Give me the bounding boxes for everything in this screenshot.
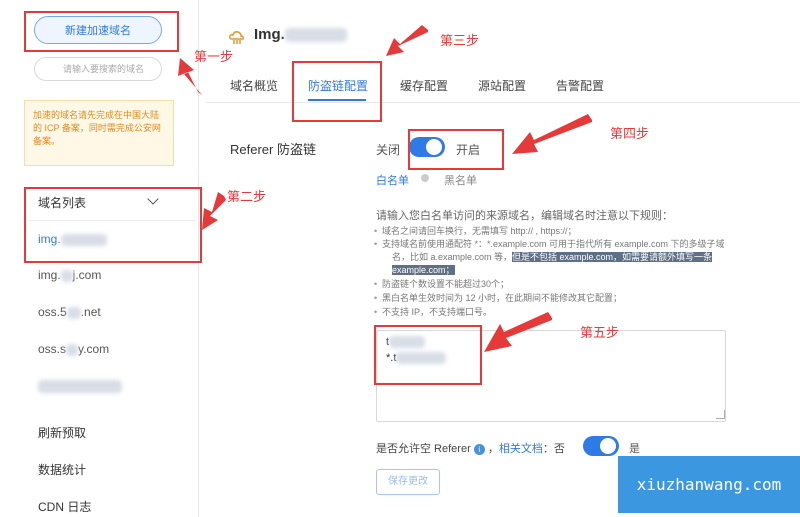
whitelist-option[interactable]: 白名单 xyxy=(376,172,409,188)
sidebar-domain-item[interactable]: oss.s y.com xyxy=(38,342,109,356)
rule-item: 黑白名单生效时间为 12 小时，在此期间不能修改其它配置； xyxy=(374,292,622,305)
menu-refresh-prefetch[interactable]: 刷新预取 xyxy=(38,424,86,441)
annotation-box-step1 xyxy=(24,11,179,52)
off-label: 关闭 xyxy=(376,143,401,157)
menu-statistics[interactable]: 数据统计 xyxy=(38,461,86,478)
arrow-step3 xyxy=(386,25,428,56)
rule-continuation: example.com； xyxy=(392,264,455,277)
rules-title: 请输入您白名单访问的来源域名，编辑域名时注意以下规则： xyxy=(376,210,673,222)
annotation-step4: 第四步 xyxy=(610,126,650,141)
blurred-text xyxy=(60,269,73,282)
blurred-text xyxy=(38,380,122,394)
annotation-step3: 第三步 xyxy=(440,33,480,48)
rule-item: 不支持 IP，不支持端口号。 xyxy=(374,306,492,319)
blacklist-option[interactable]: 黑名单 xyxy=(444,172,477,188)
toggle-knob xyxy=(600,438,616,454)
blurred-text xyxy=(284,28,347,43)
sidebar-domain-item[interactable]: img. j.com xyxy=(38,268,101,282)
annotation-box-step5 xyxy=(374,325,482,385)
annotation-box-step2 xyxy=(24,187,202,263)
domain-suffix: .net xyxy=(80,305,101,319)
blurred-text xyxy=(66,306,81,319)
tab-origin-config[interactable]: 源站配置 xyxy=(478,77,526,94)
resize-handle[interactable] xyxy=(716,410,725,419)
rule-continuation: 名，比如 a.example.com 等，但是不包括 example.com，如… xyxy=(392,251,713,264)
arrow-step4 xyxy=(512,114,592,154)
page-title: Img. xyxy=(254,26,347,43)
sidebar-domain-item[interactable] xyxy=(38,379,122,394)
allow-empty-suffix: ：否 xyxy=(542,443,565,455)
menu-cdn-logs[interactable]: CDN 日志 xyxy=(38,498,91,515)
cloud-icon xyxy=(229,31,244,44)
title-text: Img. xyxy=(254,26,285,43)
annotation-step2: 第二步 xyxy=(227,189,267,204)
save-button[interactable]: 保存更改 xyxy=(376,469,440,495)
rule-text: 名，比如 a.example.com 等， xyxy=(392,252,513,262)
arrow-step2 xyxy=(202,192,226,230)
rule-highlight: 但是不包括 example.com，如需要请额外填写一条 xyxy=(512,252,713,262)
radio-dot[interactable] xyxy=(421,174,429,182)
annotation-step5: 第五步 xyxy=(580,325,620,340)
docs-link[interactable]: 相关文档 xyxy=(499,443,543,455)
icp-notice: 加速的域名请先完成在中国大陆的 ICP 备案，同时需完成公安网备案。 xyxy=(24,100,174,166)
tab-domain-overview[interactable]: 域名概览 xyxy=(230,77,278,94)
watermark-banner: xiuzhanwang.com xyxy=(618,456,800,513)
sidebar-domain-item[interactable]: oss.5 .net xyxy=(38,305,101,319)
domain-label: img. xyxy=(38,268,61,282)
allow-empty-label: 是否允许空 Referer xyxy=(376,443,471,455)
allow-empty-referer: 是否允许空 Referer i ，相关文档：否 xyxy=(376,443,565,455)
tab-alert-config[interactable]: 告警配置 xyxy=(556,77,604,94)
tab-cache-config[interactable]: 缓存配置 xyxy=(400,77,448,94)
domain-label: oss.s xyxy=(38,342,67,356)
blurred-text xyxy=(66,343,79,356)
referer-section-label: Referer 防盗链 xyxy=(230,142,316,157)
allow-empty-on-label: 是 xyxy=(629,443,640,455)
annotation-step1: 第一步 xyxy=(194,49,234,64)
rule-item: 防盗链个数设置不能超过30个； xyxy=(374,278,509,291)
rule-item: 支持域名前使用通配符 *：*.example.com 可用于指代所有 examp… xyxy=(374,238,725,251)
rule-item: 域名之间请回车换行，无需填写 http:// , https://； xyxy=(374,225,577,238)
annotation-box-step3 xyxy=(292,61,382,122)
domain-suffix: j.com xyxy=(72,268,102,282)
annotation-box-step4 xyxy=(408,129,504,170)
domain-label: oss.5 xyxy=(38,305,67,319)
search-input[interactable]: 请输入要搜索的域名 xyxy=(34,57,162,81)
rule-highlight: example.com； xyxy=(392,265,455,275)
domain-suffix: y.com xyxy=(78,342,110,356)
info-icon[interactable]: i xyxy=(473,443,485,455)
allow-empty-toggle[interactable] xyxy=(583,436,619,456)
